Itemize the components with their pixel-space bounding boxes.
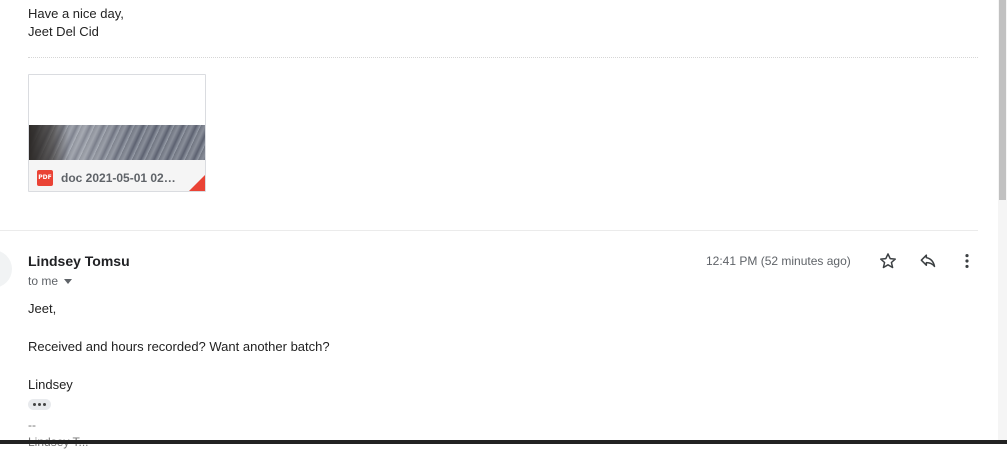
star-button[interactable] bbox=[876, 249, 900, 273]
bottom-edge-bar bbox=[0, 440, 1007, 444]
attachment-card[interactable]: PDF doc 2021-05-01 02… bbox=[28, 74, 206, 192]
attachment-thumbnail bbox=[29, 125, 205, 160]
message-divider bbox=[0, 230, 978, 231]
pdf-icon: PDF bbox=[37, 170, 53, 186]
ellipsis-dot bbox=[43, 403, 46, 406]
file-corner-icon bbox=[187, 173, 205, 191]
signature-separator: -- bbox=[28, 418, 36, 432]
more-options-button[interactable] bbox=[955, 249, 979, 273]
ellipsis-dot bbox=[33, 403, 36, 406]
recipient-details-toggle[interactable]: to me bbox=[28, 272, 73, 290]
scrollbar-thumb[interactable] bbox=[999, 0, 1006, 200]
show-trimmed-content-button[interactable] bbox=[28, 399, 51, 410]
ellipsis-dot bbox=[38, 403, 41, 406]
body-greeting: Jeet, bbox=[28, 301, 57, 316]
chevron-down-icon bbox=[64, 279, 73, 284]
reply-button[interactable] bbox=[916, 249, 940, 273]
reply-icon bbox=[920, 254, 936, 268]
sender-name[interactable]: Lindsey Tomsu bbox=[28, 252, 130, 270]
recipient-label: to me bbox=[28, 274, 59, 288]
body-text: Received and hours recorded? Want anothe… bbox=[28, 339, 330, 354]
attachment-preview-blank bbox=[29, 75, 205, 125]
closing-line: Have a nice day, bbox=[28, 6, 124, 21]
more-vert-icon bbox=[965, 254, 969, 268]
attachment-divider bbox=[28, 57, 978, 58]
attachment-footer: PDF doc 2021-05-01 02… bbox=[29, 160, 205, 191]
message-timestamp: 12:41 PM (52 minutes ago) bbox=[706, 254, 851, 268]
avatar[interactable] bbox=[0, 250, 12, 288]
star-icon bbox=[880, 253, 896, 269]
body-signoff: Lindsey bbox=[28, 377, 73, 392]
attachment-filename: doc 2021-05-01 02… bbox=[61, 171, 176, 185]
signature-name: Jeet Del Cid bbox=[28, 24, 99, 39]
